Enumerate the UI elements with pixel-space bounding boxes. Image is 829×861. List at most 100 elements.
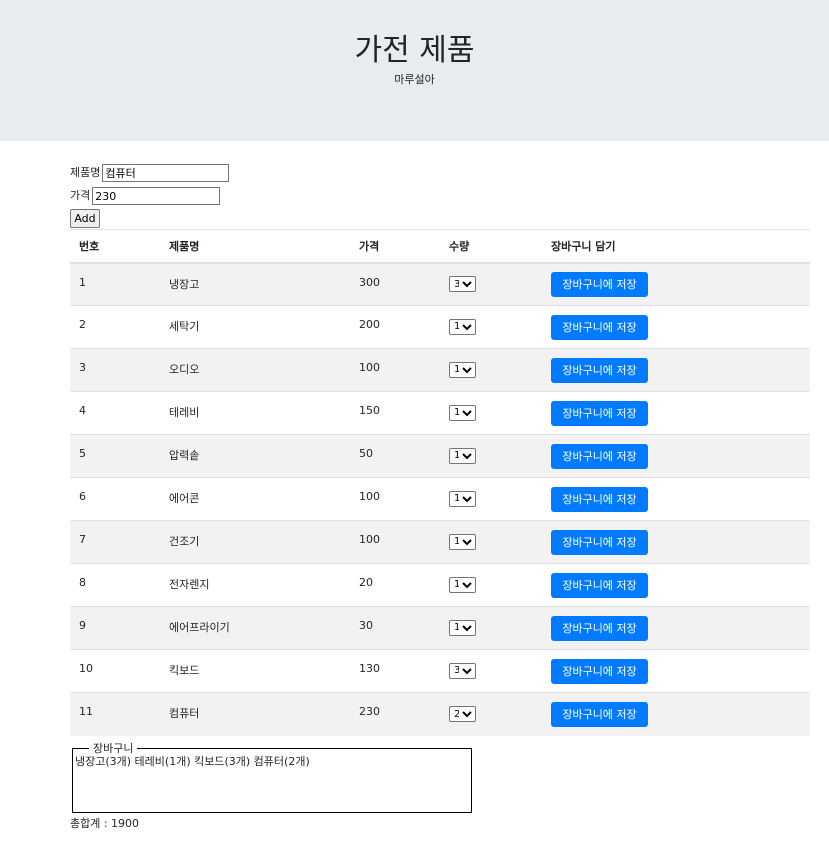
table-row: 10 킥보드 130 3 장바구니에 저장 (70, 649, 810, 693)
row-product-name: 냉장고 (160, 262, 350, 306)
quantity-select[interactable]: 1 (449, 533, 476, 550)
row-quantity-cell: 1 (440, 434, 542, 478)
cart-box: 장바구니 냉장고(3개) 테레비(1개) 킥보드(3개) 컴퓨터(2개) (72, 740, 472, 813)
row-number: 9 (70, 606, 160, 650)
table-row: 8 전자렌지 20 1 장바구니에 저장 (70, 563, 810, 607)
row-product-name: 오디오 (160, 348, 350, 392)
add-to-cart-button[interactable]: 장바구니에 저장 (551, 400, 648, 426)
row-cart-cell: 장바구니에 저장 (542, 477, 810, 521)
row-price: 30 (350, 606, 440, 650)
add-to-cart-button[interactable]: 장바구니에 저장 (551, 615, 648, 641)
row-number: 6 (70, 477, 160, 521)
quantity-select[interactable]: 1 (449, 619, 476, 636)
add-to-cart-button[interactable]: 장바구니에 저장 (551, 701, 648, 727)
quantity-select[interactable]: 1 (449, 490, 476, 507)
table-row: 1 냉장고 300 3 장바구니에 저장 (70, 262, 810, 306)
product-name-row: 제품명 (70, 163, 230, 183)
table-row: 4 테레비 150 1 장바구니에 저장 (70, 391, 810, 435)
quantity-select[interactable]: 1 (449, 447, 476, 464)
row-cart-cell: 장바구니에 저장 (542, 305, 810, 349)
add-to-cart-button[interactable]: 장바구니에 저장 (551, 271, 648, 297)
product-table: 번호 제품명 가격 수량 장바구니 담기 1 냉장고 300 3 장바구니에 저장 2 세탁… (70, 229, 810, 736)
quantity-select[interactable]: 3 (449, 662, 476, 679)
table-header-row: 번호 제품명 가격 수량 장바구니 담기 (70, 229, 810, 264)
row-cart-cell: 장바구니에 저장 (542, 348, 810, 392)
row-cart-cell: 장바구니에 저장 (542, 606, 810, 650)
row-product-name: 에어프라이기 (160, 606, 350, 650)
add-to-cart-button[interactable]: 장바구니에 저장 (551, 357, 648, 383)
quantity-select[interactable]: 1 (449, 318, 476, 335)
row-product-name: 세탁기 (160, 305, 350, 349)
quantity-select[interactable]: 1 (449, 361, 476, 378)
row-cart-cell: 장바구니에 저장 (542, 563, 810, 607)
row-price: 200 (350, 305, 440, 349)
add-button[interactable]: Add (70, 209, 100, 228)
row-product-name: 건조기 (160, 520, 350, 564)
row-number: 1 (70, 262, 160, 306)
row-cart-cell: 장바구니에 저장 (542, 649, 810, 693)
row-number: 10 (70, 649, 160, 693)
add-to-cart-button[interactable]: 장바구니에 저장 (551, 443, 648, 469)
total-sum: 총합계 : 1900 (70, 817, 140, 830)
add-to-cart-button[interactable]: 장바구니에 저장 (551, 486, 648, 512)
row-product-name: 전자렌지 (160, 563, 350, 607)
add-to-cart-button[interactable]: 장바구니에 저장 (551, 658, 648, 684)
add-to-cart-button[interactable]: 장바구니에 저장 (551, 314, 648, 340)
header-product-name: 제품명 (160, 229, 350, 264)
row-quantity-cell: 2 (440, 692, 542, 736)
row-quantity-cell: 1 (440, 563, 542, 607)
header-quantity: 수량 (440, 229, 542, 264)
table-row: 6 에어콘 100 1 장바구니에 저장 (70, 477, 810, 521)
row-number: 3 (70, 348, 160, 392)
product-name-label: 제품명 (70, 166, 101, 179)
row-price: 100 (350, 520, 440, 564)
table-row: 3 오디오 100 1 장바구니에 저장 (70, 348, 810, 392)
row-product-name: 압력솥 (160, 434, 350, 478)
price-label: 가격 (70, 189, 91, 202)
row-number: 8 (70, 563, 160, 607)
row-product-name: 컴퓨터 (160, 692, 350, 736)
row-quantity-cell: 1 (440, 305, 542, 349)
add-to-cart-button[interactable]: 장바구니에 저장 (551, 572, 648, 598)
table-row: 5 압력솥 50 1 장바구니에 저장 (70, 434, 810, 478)
header-banner: 가전 제품 마루설아 (0, 0, 829, 141)
header-number: 번호 (70, 229, 160, 264)
row-quantity-cell: 1 (440, 520, 542, 564)
row-cart-cell: 장바구니에 저장 (542, 434, 810, 478)
row-price: 20 (350, 563, 440, 607)
row-product-name: 에어콘 (160, 477, 350, 521)
row-price: 100 (350, 477, 440, 521)
row-cart-cell: 장바구니에 저장 (542, 262, 810, 306)
row-quantity-cell: 1 (440, 348, 542, 392)
row-cart-cell: 장바구니에 저장 (542, 391, 810, 435)
row-product-name: 테레비 (160, 391, 350, 435)
cart-items: 냉장고(3개) 테레비(1개) 킥보드(3개) 컴퓨터(2개) (75, 755, 310, 768)
quantity-select[interactable]: 3 (449, 276, 476, 292)
page-subtitle: 마루설아 (394, 73, 435, 86)
row-cart-cell: 장바구니에 저장 (542, 692, 810, 736)
row-quantity-cell: 1 (440, 391, 542, 435)
row-price: 300 (350, 262, 440, 306)
price-input[interactable] (92, 187, 221, 205)
row-quantity-cell: 1 (440, 477, 542, 521)
quantity-select[interactable]: 1 (449, 404, 476, 421)
table-row: 7 건조기 100 1 장바구니에 저장 (70, 520, 810, 564)
row-price: 230 (350, 692, 440, 736)
table-row: 2 세탁기 200 1 장바구니에 저장 (70, 305, 810, 349)
row-number: 4 (70, 391, 160, 435)
header-add-to-cart: 장바구니 담기 (542, 229, 810, 264)
quantity-select[interactable]: 1 (449, 576, 476, 593)
row-price: 150 (350, 391, 440, 435)
row-price: 100 (350, 348, 440, 392)
row-cart-cell: 장바구니에 저장 (542, 520, 810, 564)
add-to-cart-button[interactable]: 장바구니에 저장 (551, 529, 648, 555)
page-title: 가전 제품 (354, 33, 475, 68)
row-number: 7 (70, 520, 160, 564)
row-number: 11 (70, 692, 160, 736)
price-row: 가격 (70, 186, 221, 206)
quantity-select[interactable]: 2 (449, 706, 476, 722)
product-name-input[interactable] (102, 164, 230, 182)
table-row: 11 컴퓨터 230 2 장바구니에 저장 (70, 692, 810, 736)
row-number: 5 (70, 434, 160, 478)
row-quantity-cell: 1 (440, 606, 542, 650)
